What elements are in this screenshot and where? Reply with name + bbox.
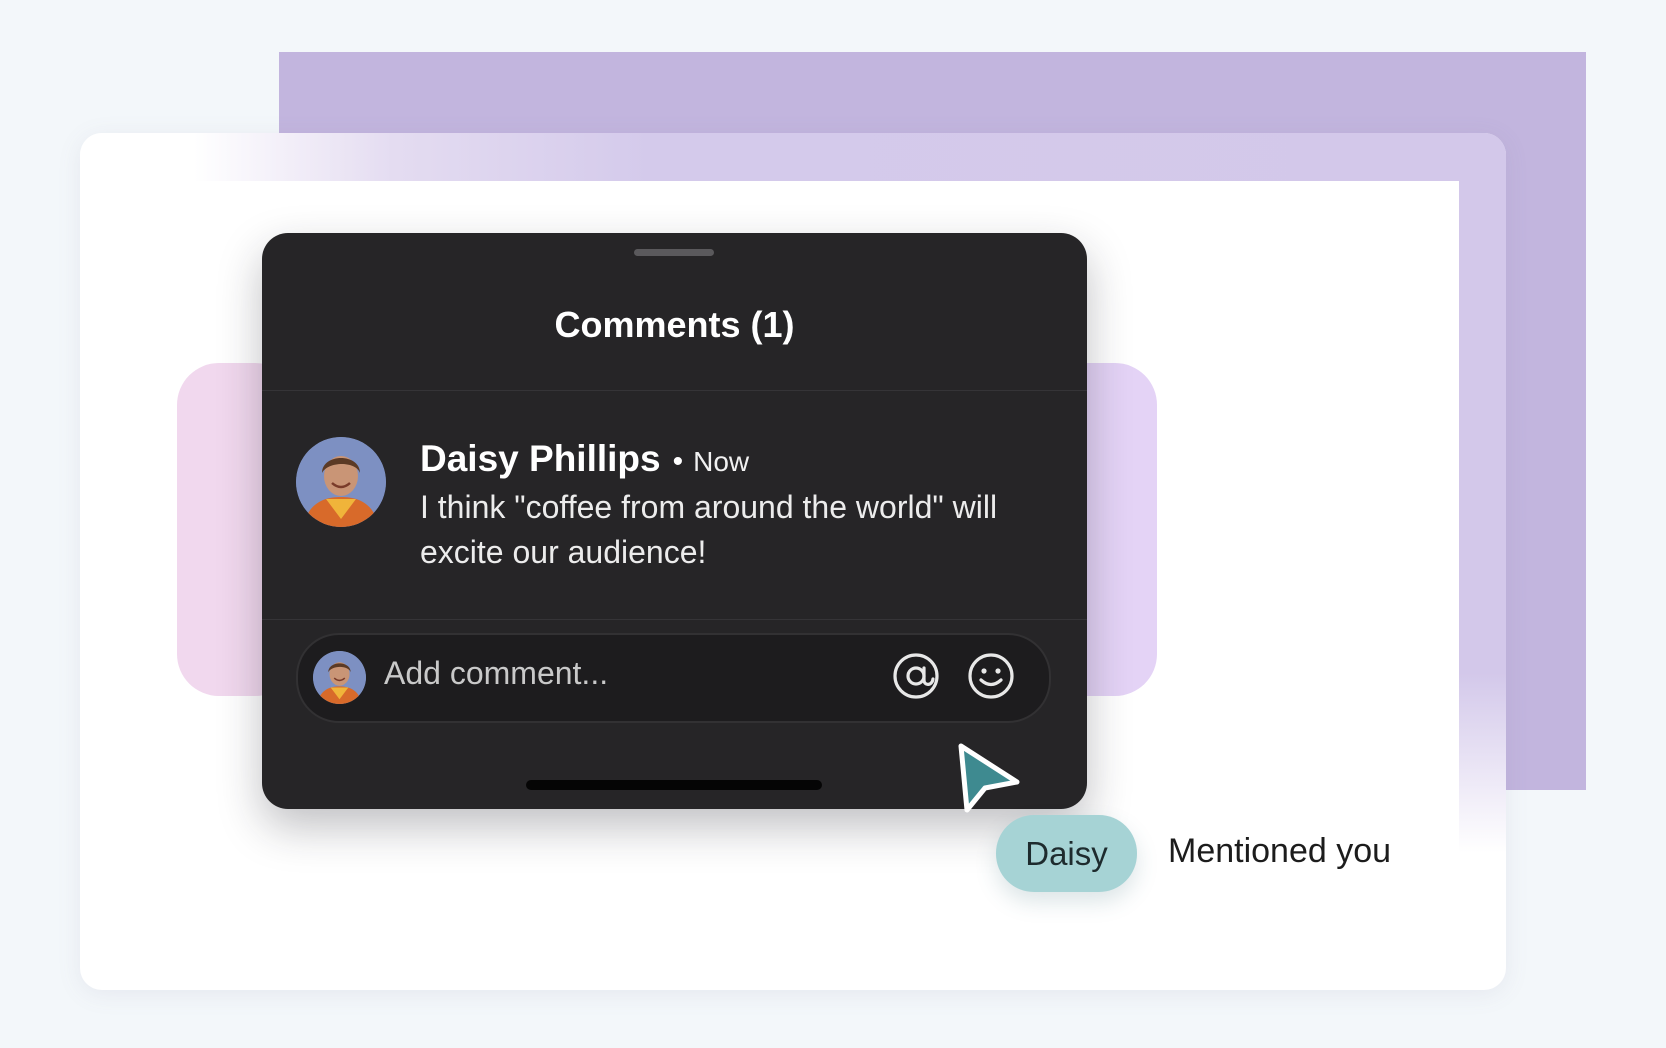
at-mention-icon[interactable] [891, 651, 941, 701]
mention-label: Mentioned you [1168, 832, 1392, 870]
comment-header: Daisy Phillips • Now [420, 438, 749, 480]
card-right-band [1459, 133, 1506, 853]
input-placeholder[interactable]: Add comment... [384, 655, 608, 692]
divider [262, 390, 1087, 391]
composer-avatar [313, 651, 366, 704]
home-indicator [526, 780, 822, 790]
comment-body: I think "coffee from around the world" w… [420, 489, 998, 570]
author-name[interactable]: Daisy Phillips [420, 438, 661, 479]
comments-panel: Comments (1) Daisy Phillips • Now I think … [262, 233, 1087, 809]
cursor-pointer-icon [955, 742, 1023, 814]
mention-name-chip[interactable]: Daisy [996, 815, 1137, 892]
drag-handle[interactable] [634, 249, 714, 256]
panel-title: Comments (1) [554, 304, 795, 345]
divider [262, 619, 1087, 620]
avatar [296, 437, 386, 527]
card-top-band [80, 133, 1506, 181]
comment-timestamp: Now [693, 446, 750, 477]
emoji-icon[interactable] [966, 651, 1016, 701]
separator-dot: • [672, 445, 684, 478]
